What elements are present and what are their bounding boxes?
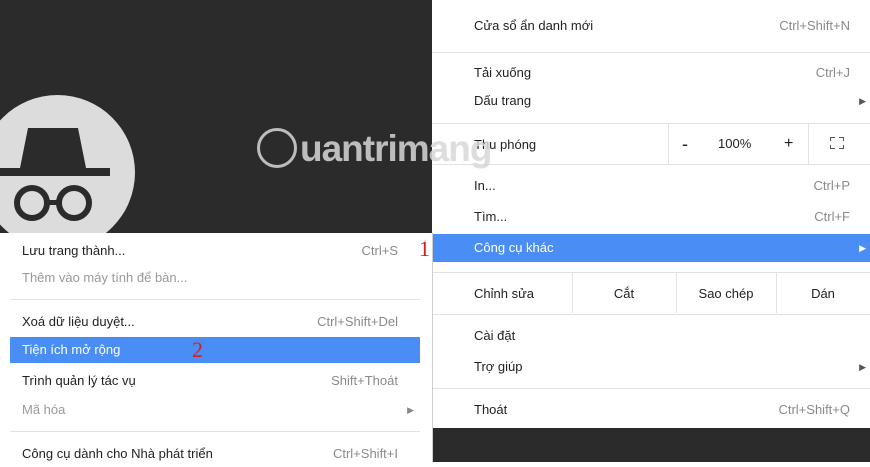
menu-divider — [432, 272, 870, 273]
menu-item-label: Trình quản lý tác vụ — [22, 373, 136, 388]
shortcut-text: Ctrl+Shift+N — [779, 18, 850, 33]
menu-divider — [432, 388, 870, 389]
watermark-text: uantrimang — [300, 128, 492, 169]
shortcut-text: Shift+Thoát — [331, 373, 398, 388]
menu-item-find[interactable]: Tìm... Ctrl+F — [432, 203, 870, 231]
zoom-out-button[interactable]: - — [682, 134, 688, 154]
copy-button[interactable]: Sao chép — [676, 278, 776, 310]
menu-item-task-manager[interactable]: Trình quản lý tác vụ Shift+Thoát — [10, 368, 420, 394]
watermark: uantrimang — [260, 128, 492, 170]
zoom-in-button[interactable]: + — [784, 134, 793, 154]
zoom-level: 100% — [718, 136, 752, 151]
shortcut-text: Ctrl+P — [813, 178, 850, 193]
menu-item-label: Công cụ dành cho Nhà phát triển — [22, 446, 213, 461]
menu-item-settings[interactable]: Cài đặt — [432, 322, 870, 350]
submenu-arrow-icon: ▶ — [859, 96, 866, 106]
step-marker-2: 2 — [192, 337, 203, 362]
menu-item-label: Cửa sổ ẩn danh mới — [474, 18, 594, 33]
shortcut-text: Ctrl+Shift+Del — [317, 314, 398, 329]
menu-item-more-tools[interactable]: Công cụ khác ▶ — [432, 234, 870, 262]
more-tools-submenu: Lưu trang thành... Ctrl+S Thêm vào máy t… — [0, 233, 432, 462]
menu-item-label: Cài đặt — [474, 328, 516, 343]
menu-item-downloads[interactable]: Tải xuống Ctrl+J — [432, 59, 870, 87]
chrome-main-menu: Cửa sổ ẩn danh mới Ctrl+Shift+N Tải xuốn… — [432, 0, 870, 428]
incognito-icon — [0, 128, 110, 221]
menu-divider — [10, 299, 420, 300]
menu-divider — [10, 431, 420, 432]
menu-item-print[interactable]: In... Ctrl+P — [432, 172, 870, 200]
menu-item-label: In... — [474, 178, 496, 193]
menu-item-encoding[interactable]: Mã hóa ▶ — [10, 397, 420, 423]
menu-item-label: Tiện ích mở rộng — [22, 342, 121, 357]
fullscreen-icon[interactable] — [830, 137, 844, 149]
menu-item-label: Chỉnh sửa — [474, 286, 535, 301]
menu-item-label: Công cụ khác — [474, 240, 554, 255]
menu-divider — [432, 164, 870, 165]
menu-item-help[interactable]: Trợ giúp ▶ — [432, 353, 870, 381]
zoom-divider — [668, 124, 669, 164]
menu-item-zoom: Thu phóng — [432, 131, 870, 159]
menu-item-label: Thêm vào máy tính để bàn... — [22, 270, 188, 285]
menu-divider — [432, 52, 870, 53]
menu-item-label: Tải xuống — [474, 65, 532, 80]
page-background-strip — [432, 428, 870, 462]
menu-item-new-incognito[interactable]: Cửa sổ ẩn danh mới Ctrl+Shift+N — [432, 12, 870, 40]
zoom-divider — [808, 124, 809, 164]
shortcut-text: Ctrl+J — [815, 65, 850, 80]
submenu-arrow-icon: ▶ — [859, 362, 866, 372]
menu-item-save-page[interactable]: Lưu trang thành... Ctrl+S — [10, 238, 420, 264]
shortcut-text: Ctrl+Shift+I — [332, 446, 398, 461]
menu-item-label: Mã hóa — [22, 402, 66, 417]
incognito-page — [0, 0, 432, 233]
menu-item-extensions[interactable]: Tiện ích mở rộng — [10, 337, 420, 363]
menu-item-developer-tools[interactable]: Công cụ dành cho Nhà phát triển Ctrl+Shi… — [10, 441, 420, 467]
shortcut-text: Ctrl+Shift+Q — [778, 402, 850, 417]
shortcut-text: Ctrl+F — [814, 209, 850, 224]
menu-divider — [432, 123, 870, 124]
menu-item-label: Trợ giúp — [474, 359, 523, 374]
shortcut-text: Ctrl+S — [361, 243, 398, 258]
menu-item-label: Tìm... — [474, 209, 508, 224]
menu-item-label: Thoát — [474, 402, 508, 417]
step-marker-1: 1 — [419, 236, 430, 261]
menu-item-label: Lưu trang thành... — [22, 243, 126, 258]
menu-item-label: Xoá dữ liệu duyệt... — [22, 314, 135, 329]
cut-button[interactable]: Cắt — [572, 278, 676, 310]
menu-item-add-to-desktop[interactable]: Thêm vào máy tính để bàn... — [10, 265, 420, 291]
menu-divider — [432, 314, 870, 315]
menu-item-bookmarks[interactable]: Dấu trang ▶ — [432, 87, 870, 115]
menu-item-label: Dấu trang — [474, 93, 532, 108]
menu-item-clear-browsing-data[interactable]: Xoá dữ liệu duyệt... Ctrl+Shift+Del — [10, 309, 420, 335]
paste-button[interactable]: Dán — [776, 278, 870, 310]
submenu-arrow-icon: ▶ — [407, 405, 414, 415]
submenu-arrow-icon: ▶ — [859, 243, 866, 253]
menu-item-exit[interactable]: Thoát Ctrl+Shift+Q — [432, 396, 870, 424]
